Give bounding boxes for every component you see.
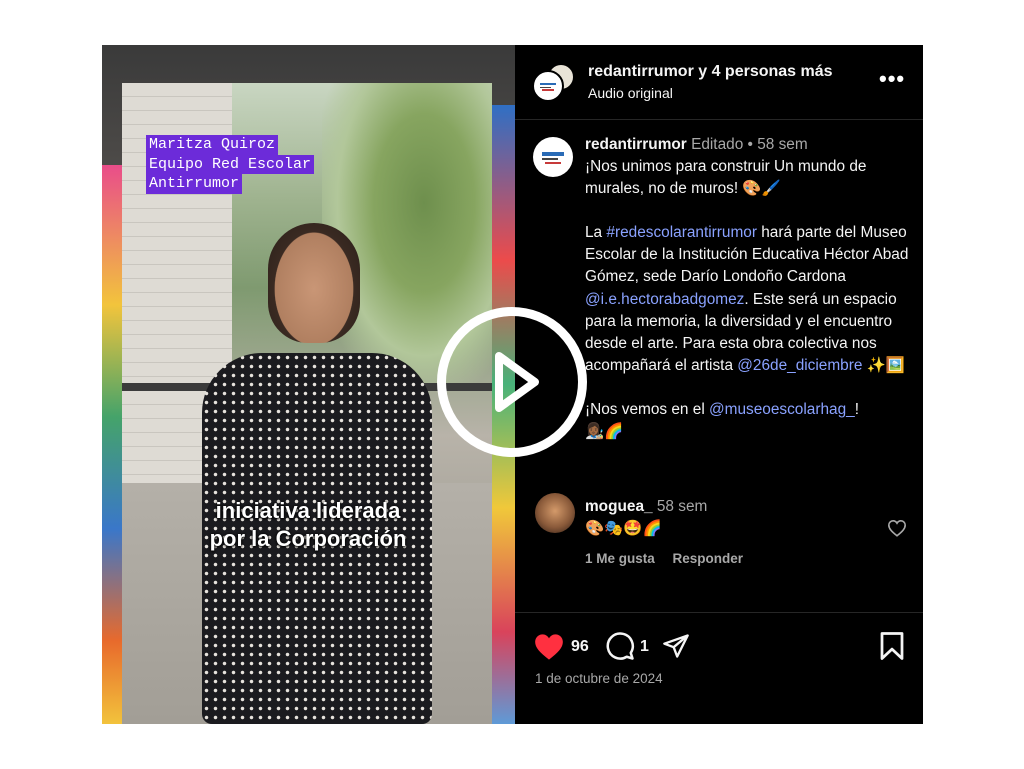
author-avatar[interactable] bbox=[532, 70, 564, 102]
comment-username[interactable]: moguea_ bbox=[585, 498, 653, 515]
video-caption: iniciativa liderada por la Corporación bbox=[158, 497, 458, 553]
play-icon bbox=[495, 352, 539, 412]
commenter-avatar[interactable] bbox=[535, 493, 575, 533]
caption-text: ! bbox=[854, 400, 859, 418]
speaker-figure bbox=[182, 223, 432, 724]
comment-likes[interactable]: 1 Me gusta bbox=[585, 551, 655, 566]
caption-text: ¡Nos vemos en el bbox=[585, 400, 710, 418]
comment-text: 🎨🎭🤩🌈 bbox=[585, 520, 662, 537]
more-options-icon[interactable]: ••• bbox=[879, 68, 905, 90]
hashtag-link[interactable]: #redescolarantirrumor bbox=[606, 224, 757, 241]
post-header: redantirrumor y 4 personas más Audio ori… bbox=[515, 45, 923, 120]
like-icon[interactable] bbox=[533, 632, 565, 661]
post-username[interactable]: redantirrumor bbox=[585, 136, 687, 153]
post-age[interactable]: 58 sem bbox=[757, 136, 807, 153]
name-tag-line: Antirrumor bbox=[146, 174, 243, 194]
caption-text: La bbox=[585, 224, 607, 242]
save-icon[interactable] bbox=[879, 631, 905, 661]
reply-button[interactable]: Responder bbox=[673, 551, 744, 566]
share-icon[interactable] bbox=[661, 632, 691, 660]
post-dialog: Maritza Quiroz Equipo Red Escolar Antirr… bbox=[102, 45, 923, 724]
caption-line: por la Corporación bbox=[209, 526, 407, 551]
name-tag-line: Equipo Red Escolar bbox=[146, 154, 315, 174]
comment-age[interactable]: 58 sem bbox=[657, 498, 707, 515]
header-title[interactable]: redantirrumor y 4 personas más bbox=[588, 63, 833, 81]
post-caption: redantirrumor Editado • 58 sem ¡Nos unim… bbox=[585, 134, 915, 443]
play-button[interactable] bbox=[437, 307, 587, 457]
comment-like-icon[interactable] bbox=[887, 519, 907, 537]
edited-label: Editado bbox=[691, 136, 744, 153]
comment: moguea_ 58 sem 🎨🎭🤩🌈 bbox=[585, 496, 885, 540]
audio-label[interactable]: Audio original bbox=[588, 85, 673, 101]
mention-link[interactable]: @museoescolarhag_ bbox=[709, 401, 855, 418]
action-bar: 96 1 1 de octubre de 2024 bbox=[515, 612, 923, 724]
caption-emoji: 👩🏾‍🎨🌈 bbox=[585, 423, 624, 441]
like-count[interactable]: 96 bbox=[571, 638, 589, 656]
mention-link[interactable]: @26de_diciembre bbox=[737, 357, 862, 374]
mention-link[interactable]: @i.e.hectorabadgomez bbox=[585, 291, 744, 308]
caption-line-1: ¡Nos unimos para construir Un mundo de m… bbox=[585, 158, 867, 198]
comment-actions: 1 Me gusta Responder bbox=[585, 551, 757, 566]
caption-line: iniciativa liderada bbox=[215, 498, 401, 523]
comment-icon[interactable] bbox=[605, 631, 635, 661]
video-name-tag: Maritza Quiroz Equipo Red Escolar Antirr… bbox=[146, 135, 315, 194]
meta-separator: • bbox=[747, 136, 753, 153]
comment-count[interactable]: 1 bbox=[640, 638, 649, 656]
caption-text: ✨🖼️ bbox=[862, 356, 906, 374]
post-date[interactable]: 1 de octubre de 2024 bbox=[535, 671, 663, 686]
post-author-avatar[interactable] bbox=[533, 137, 573, 177]
speaker-head bbox=[268, 223, 360, 343]
name-tag-line: Maritza Quiroz bbox=[146, 135, 279, 155]
mural-left bbox=[102, 165, 124, 724]
